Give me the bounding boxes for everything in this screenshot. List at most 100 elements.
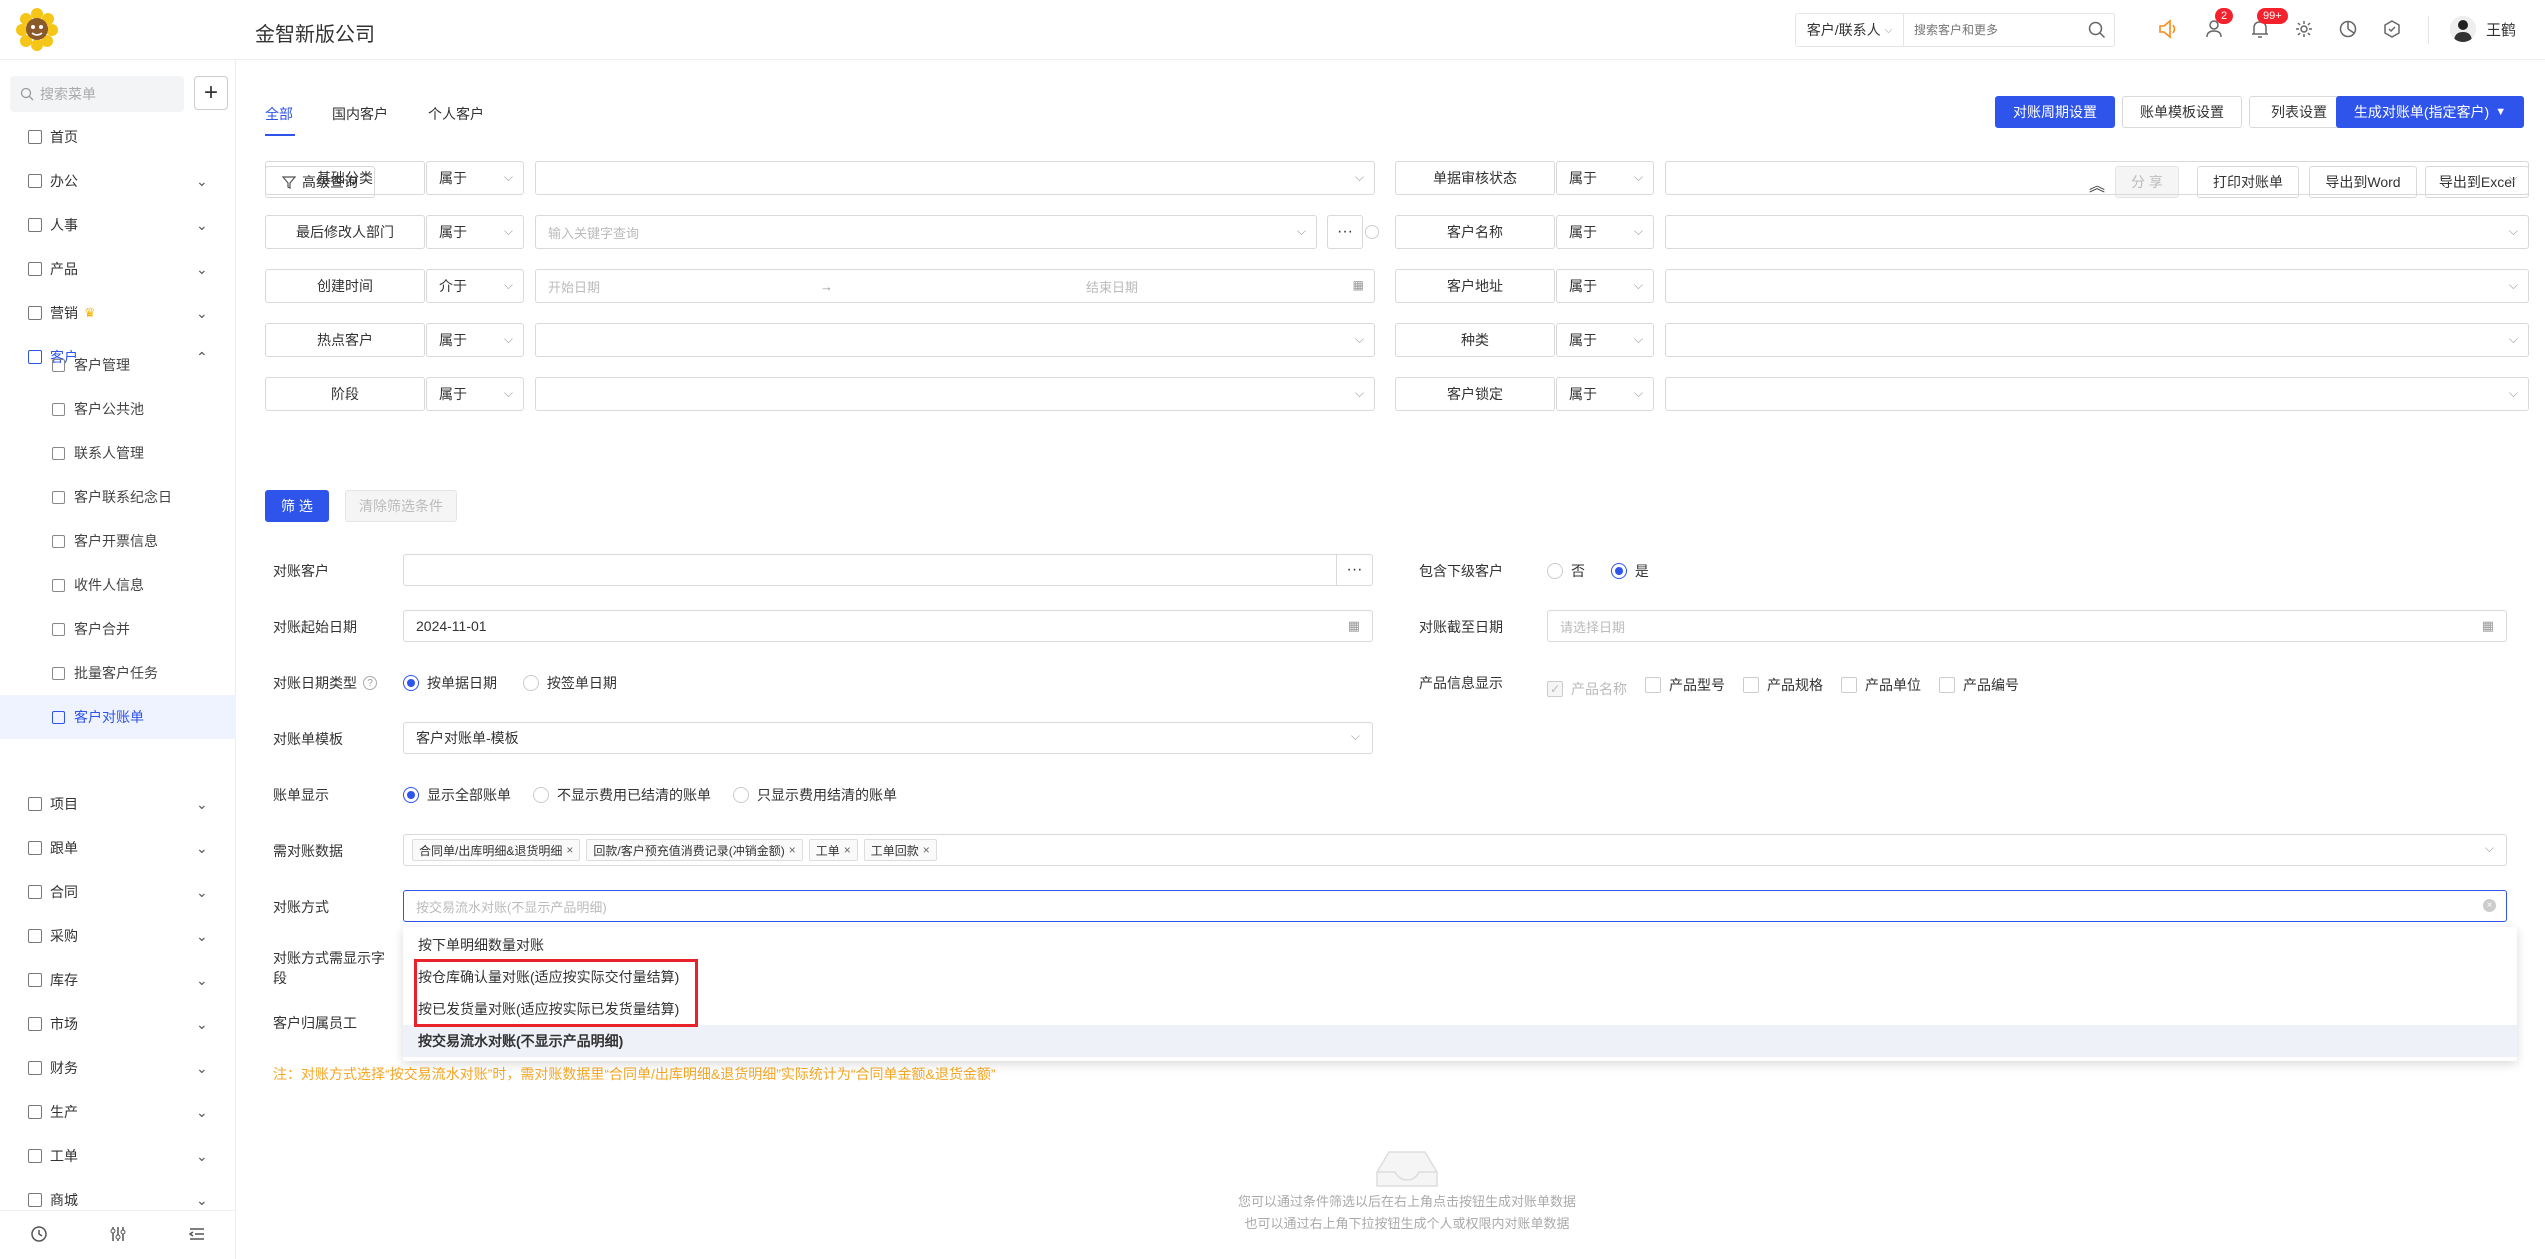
filter-value-select[interactable]: ⌵ — [1665, 161, 2529, 195]
product-opt-checkbox[interactable]: 产品规格 — [1743, 675, 1823, 695]
filter-operator-select[interactable]: 属于 ⌵ — [1556, 161, 1654, 195]
method-select[interactable]: 按交易流水对账(不显示产品明细) × — [403, 890, 2507, 922]
clear-filter-button[interactable]: 清除筛选条件 — [345, 490, 457, 522]
company-logo[interactable] — [14, 6, 60, 52]
sidebar-subitem-2[interactable]: 联系人管理 — [0, 431, 236, 475]
add-menu-button[interactable]: + — [194, 76, 228, 110]
search-scope-select[interactable]: 客户/联系人 ⌵ — [1796, 14, 1904, 46]
help-icon[interactable]: ? — [363, 676, 377, 690]
data-multiselect[interactable]: 合同单/出库明细&退货明细 × 回款/客户预充值消费记录(冲销金额) × 工单 × 工单回款… — [403, 834, 2507, 866]
sidebar-subitem-0[interactable]: 客户管理 — [0, 343, 236, 387]
close-icon[interactable]: × — [844, 843, 851, 857]
include-sub-yes-radio[interactable]: 是 — [1610, 561, 1649, 581]
filter-value-select[interactable]: ⌵ — [535, 161, 1375, 195]
speaker-icon[interactable] — [2155, 16, 2181, 42]
method-option[interactable]: 按下单明细数量对账 — [403, 929, 2517, 961]
sidebar-item-0[interactable]: 首页 — [0, 115, 236, 159]
sidebar-item2-8[interactable]: 工单 ⌄ — [0, 1134, 236, 1178]
filter-value-select[interactable]: ⌵ — [1665, 377, 2529, 411]
filter-field-label: 基础分类 — [265, 161, 425, 195]
template-setting-button[interactable]: 账单模板设置 — [2122, 96, 2242, 128]
sidebar-subitem-1[interactable]: 客户公共池 — [0, 387, 236, 431]
search-icon[interactable] — [2080, 21, 2114, 39]
sidebar-item2-2[interactable]: 合同 ⌄ — [0, 870, 236, 914]
sidebar-item2-0[interactable]: 项目 ⌄ — [0, 782, 236, 826]
filter-value-select[interactable]: ⌵ — [1665, 269, 2529, 303]
filter-operator-select[interactable]: 属于 ⌵ — [426, 323, 524, 357]
sidebar-item-2[interactable]: 人事 ⌄ — [0, 203, 236, 247]
settings-sliders-icon[interactable] — [109, 1225, 127, 1246]
template-select[interactable]: 客户对账单-模板 ⌵ — [403, 722, 1373, 754]
users-icon[interactable]: 2 — [2203, 8, 2234, 42]
close-icon[interactable]: × — [566, 843, 573, 857]
sidebar-subitem-3[interactable]: 客户联系纪念日 — [0, 475, 236, 519]
sidebar-item2-3[interactable]: 采购 ⌄ — [0, 914, 236, 958]
tab-personal[interactable]: 个人客户 — [428, 104, 484, 124]
product-opt-checkbox[interactable]: 产品型号 — [1645, 675, 1725, 695]
product-opt-checkbox[interactable]: 产品编号 — [1939, 675, 2019, 695]
generate-statement-button[interactable]: 生成对账单(指定客户) ▼ — [2336, 96, 2524, 128]
tab-all[interactable]: 全部 — [265, 104, 293, 124]
tab-domestic[interactable]: 国内客户 — [332, 104, 388, 124]
product-opt-checkbox[interactable]: ✓ 产品名称 — [1547, 679, 1627, 699]
date-type-bill-radio[interactable]: 按单据日期 — [403, 673, 497, 693]
sidebar-subitem-6[interactable]: 客户合并 — [0, 607, 236, 651]
sidebar-subitem-5[interactable]: 收件人信息 — [0, 563, 236, 607]
pie-chart-icon[interactable] — [2335, 16, 2361, 42]
bell-icon[interactable]: 99+ — [2247, 8, 2288, 42]
filter-operator-select[interactable]: 属于 ⌵ — [1556, 215, 1654, 249]
list-setting-button[interactable]: 列表设置 — [2249, 96, 2349, 128]
method-option[interactable]: 按交易流水对账(不显示产品明细) — [403, 1025, 2517, 1057]
sidebar-item2-4[interactable]: 库存 ⌄ — [0, 958, 236, 1002]
filter-value-select[interactable]: ⌵ — [1665, 215, 2529, 249]
include-sub-no-radio[interactable]: 否 — [1547, 561, 1585, 581]
collapse-menu-icon[interactable] — [188, 1225, 206, 1246]
filter-value-select[interactable]: ⌵ — [535, 323, 1375, 357]
filter-operator-select[interactable]: 属于 ⌵ — [1556, 269, 1654, 303]
filter-button[interactable]: 筛 选 — [265, 490, 329, 522]
start-date-input[interactable]: 2024-11-01 ▦ — [403, 610, 1373, 642]
display-opt-radio[interactable]: 显示全部账单 — [403, 785, 511, 805]
filter-value-select[interactable]: ⌵ — [1665, 323, 2529, 357]
sidebar-item-1[interactable]: 办公 ⌄ — [0, 159, 236, 203]
date-range-input[interactable]: 开始日期 → 结束日期 ▦ — [535, 269, 1375, 303]
filter-operator-select[interactable]: 属于 ⌵ — [426, 161, 524, 195]
close-icon[interactable]: × — [789, 843, 796, 857]
filter-operator-select[interactable]: 属于 ⌵ — [426, 377, 524, 411]
more-icon[interactable]: ··· — [1336, 555, 1372, 585]
display-opt-radio[interactable]: 只显示费用结清的账单 — [733, 785, 897, 805]
toggle-circle-icon[interactable] — [1365, 225, 1379, 239]
hexagon-icon[interactable] — [2379, 16, 2405, 42]
sidebar-item-4[interactable]: 营销 ⌄ ♛ — [0, 291, 236, 335]
close-icon[interactable]: × — [923, 843, 930, 857]
end-date-input[interactable]: 请选择日期 ▦ — [1547, 610, 2507, 642]
method-option[interactable]: 按已发货量对账(适应按实际已发货量结算) — [403, 993, 2517, 1025]
sidebar-item2-5[interactable]: 市场 ⌄ — [0, 1002, 236, 1046]
sidebar-item2-7[interactable]: 生产 ⌄ — [0, 1090, 236, 1134]
sidebar-subitem-7[interactable]: 批量客户任务 — [0, 651, 236, 695]
more-icon[interactable]: ··· — [1327, 215, 1363, 249]
filter-value-select[interactable]: ⌵ — [535, 377, 1375, 411]
period-setting-button[interactable]: 对账周期设置 — [1995, 96, 2115, 128]
history-icon[interactable] — [30, 1225, 48, 1246]
filter-operator-select[interactable]: 属于 ⌵ — [1556, 323, 1654, 357]
sidebar-item2-6[interactable]: 财务 ⌄ — [0, 1046, 236, 1090]
sidebar-item-3[interactable]: 产品 ⌄ — [0, 247, 236, 291]
product-opt-checkbox[interactable]: 产品单位 — [1841, 675, 1921, 695]
filter-value-input[interactable]: 输入关键字查询 ⌵ — [535, 215, 1317, 249]
filter-operator-select[interactable]: 属于 ⌵ — [1556, 377, 1654, 411]
user-menu[interactable]: 王鹤 — [2450, 16, 2516, 42]
date-type-sign-radio[interactable]: 按签单日期 — [522, 673, 617, 693]
sidebar-subitem-8[interactable]: 客户对账单 — [0, 695, 236, 739]
customer-input[interactable]: ··· — [403, 554, 1373, 586]
sidebar-subitem-4[interactable]: 客户开票信息 — [0, 519, 236, 563]
filter-operator-select[interactable]: 属于 ⌵ — [426, 215, 524, 249]
menu-search-input[interactable]: 搜索菜单 — [10, 76, 184, 112]
filter-operator-select[interactable]: 介于 ⌵ — [426, 269, 524, 303]
search-input[interactable] — [1904, 15, 2080, 45]
clear-icon[interactable]: × — [2483, 899, 2496, 912]
method-option[interactable]: 按仓库确认量对账(适应按实际交付量结算) — [403, 961, 2517, 993]
display-opt-radio[interactable]: 不显示费用已结清的账单 — [533, 785, 711, 805]
sidebar-item2-1[interactable]: 跟单 ⌄ — [0, 826, 236, 870]
gear-icon[interactable] — [2291, 16, 2317, 42]
